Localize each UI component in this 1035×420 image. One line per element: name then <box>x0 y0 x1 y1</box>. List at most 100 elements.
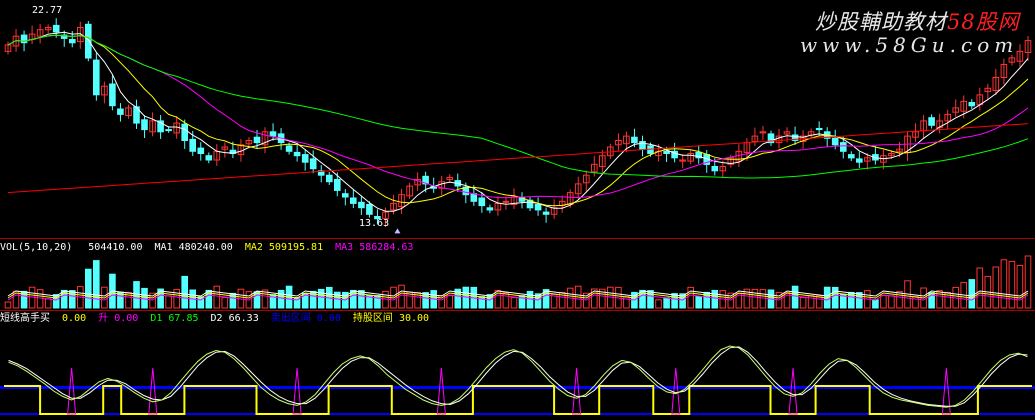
volume-field-3-value: 586284.63 <box>359 242 414 253</box>
candle-down <box>840 142 847 152</box>
indicator-field-4-label: 卖出区间 <box>270 313 311 324</box>
volume-bar-down <box>872 299 879 309</box>
buy-signal-spike <box>671 367 681 415</box>
volume-field-2-value: 509195.81 <box>268 242 324 253</box>
volume-bar-up <box>992 266 1000 309</box>
candle-down <box>189 138 196 152</box>
candle-down <box>856 158 863 163</box>
candle-down <box>366 204 373 215</box>
volume-bar-down <box>968 279 976 309</box>
indicator-field-4-value: 0.00 <box>316 313 341 324</box>
candle-down <box>631 136 638 144</box>
volume-bar-up <box>687 286 695 309</box>
volume-bar-up <box>799 297 807 309</box>
candle-down <box>711 166 719 172</box>
stock-chart-window: 22.77 13.63 炒股輔助教材58股网 www.58Gu.com VOL(… <box>0 0 1035 420</box>
volume-field-1-label: MA1 <box>154 242 173 253</box>
volume-bar-up <box>502 292 510 309</box>
volume-bar-up <box>213 285 221 309</box>
candle-down <box>301 154 309 163</box>
volume-bar-down <box>647 290 654 309</box>
indicator-field-3-value: 66.33 <box>228 313 259 324</box>
indicator-panel-name: 短线高手买 <box>0 313 50 324</box>
buy-signal-spike <box>788 367 798 415</box>
volume-bar-up <box>4 301 12 309</box>
buy-signal-spike <box>67 367 77 415</box>
indicator-field-2-value: 67.85 <box>168 313 199 324</box>
volume-bar-up <box>36 289 44 309</box>
candle-down <box>293 151 301 157</box>
volume-bar-up <box>173 288 180 309</box>
volume-bar-down <box>133 281 140 309</box>
volume-bar-up <box>896 291 903 309</box>
candle-down <box>848 154 855 159</box>
buy-signal-spike <box>436 367 446 415</box>
candle-down <box>181 123 188 141</box>
candle-down <box>205 155 213 161</box>
indicator-panel-header: 短线高手买 0.00 升 0.00 D1 67.85 D2 66.33 卖出区间… <box>0 313 429 325</box>
indicator-field-1-value: 0.00 <box>114 313 139 324</box>
volume-bar-up <box>1000 259 1008 309</box>
buy-signal-spike <box>572 367 582 415</box>
indicator-field-3-label: D2 <box>210 313 223 324</box>
chart-canvas <box>0 18 1035 415</box>
volume-bar-down <box>671 293 678 309</box>
volume-bar-down <box>69 290 76 309</box>
volume-bar-up <box>510 297 518 309</box>
candle-down <box>478 197 486 207</box>
candle-up <box>502 200 510 203</box>
volume-bar-up <box>759 289 767 309</box>
candle-down <box>85 23 92 59</box>
watermark-url: www.58Gu.com <box>800 33 1019 57</box>
buy-signal-spike <box>148 367 158 415</box>
indicator-field-5-label: 持股区间 <box>352 313 393 324</box>
volume-field-2-label: MA2 <box>244 242 263 253</box>
candle-down <box>285 145 293 152</box>
volume-bar-down <box>358 290 365 309</box>
candle-down <box>253 136 261 144</box>
volume-bar-up <box>888 295 895 309</box>
volume-field-3-label: MA3 <box>335 242 354 253</box>
indicator-d1-line <box>8 345 1028 408</box>
volume-bar-up <box>880 295 887 309</box>
candle-down <box>831 137 839 146</box>
volume-panel-header: VOL(5,10,20) 504410.00 MA1 480240.00 MA2… <box>0 242 413 254</box>
volume-field-0: 504410.00 <box>88 242 143 253</box>
watermark-title-accent: 58股网 <box>947 10 1020 34</box>
volume-bar-down <box>695 296 703 309</box>
volume-bar-up <box>221 297 229 309</box>
volume-bar-up <box>1024 255 1032 309</box>
candle-down <box>334 179 341 191</box>
candle-down <box>663 150 670 155</box>
volume-bar-down <box>831 286 839 309</box>
volume-bar-up <box>936 290 943 309</box>
candle-down <box>141 119 148 131</box>
volume-panel-name: VOL(5,10,20) <box>0 242 73 253</box>
volume-bar-up <box>976 267 984 309</box>
volume-bar-down <box>856 292 863 309</box>
candle-down <box>815 128 823 131</box>
price-low-label: 13.63 <box>359 218 390 229</box>
volume-bar-up <box>751 288 759 309</box>
buy-signal-spike <box>292 367 302 415</box>
candle-down <box>309 158 317 170</box>
indicator-field-5-value: 30.00 <box>398 313 430 324</box>
volume-bar-down <box>181 275 188 309</box>
volume-bar-up <box>44 298 52 309</box>
price-high-label: 22.77 <box>32 5 63 16</box>
candle-down <box>326 174 333 183</box>
candle-down <box>93 59 100 96</box>
low-marker-icon <box>394 228 401 234</box>
candle-down <box>269 131 277 137</box>
volume-bar-down <box>422 292 429 309</box>
volume-field-1-value: 480240.00 <box>178 242 233 253</box>
watermark-title: 炒股輔助教材58股网 <box>815 6 1020 36</box>
indicator-field-0-value: 0.00 <box>62 313 87 324</box>
volume-bar-down <box>141 287 148 309</box>
volume-bar-up <box>1008 260 1016 309</box>
candle-down <box>69 39 76 44</box>
candle-down <box>342 193 349 198</box>
candle-down <box>109 83 116 107</box>
volume-bar-up <box>655 299 662 309</box>
watermark-title-text: 炒股輔助教材 <box>815 10 947 34</box>
